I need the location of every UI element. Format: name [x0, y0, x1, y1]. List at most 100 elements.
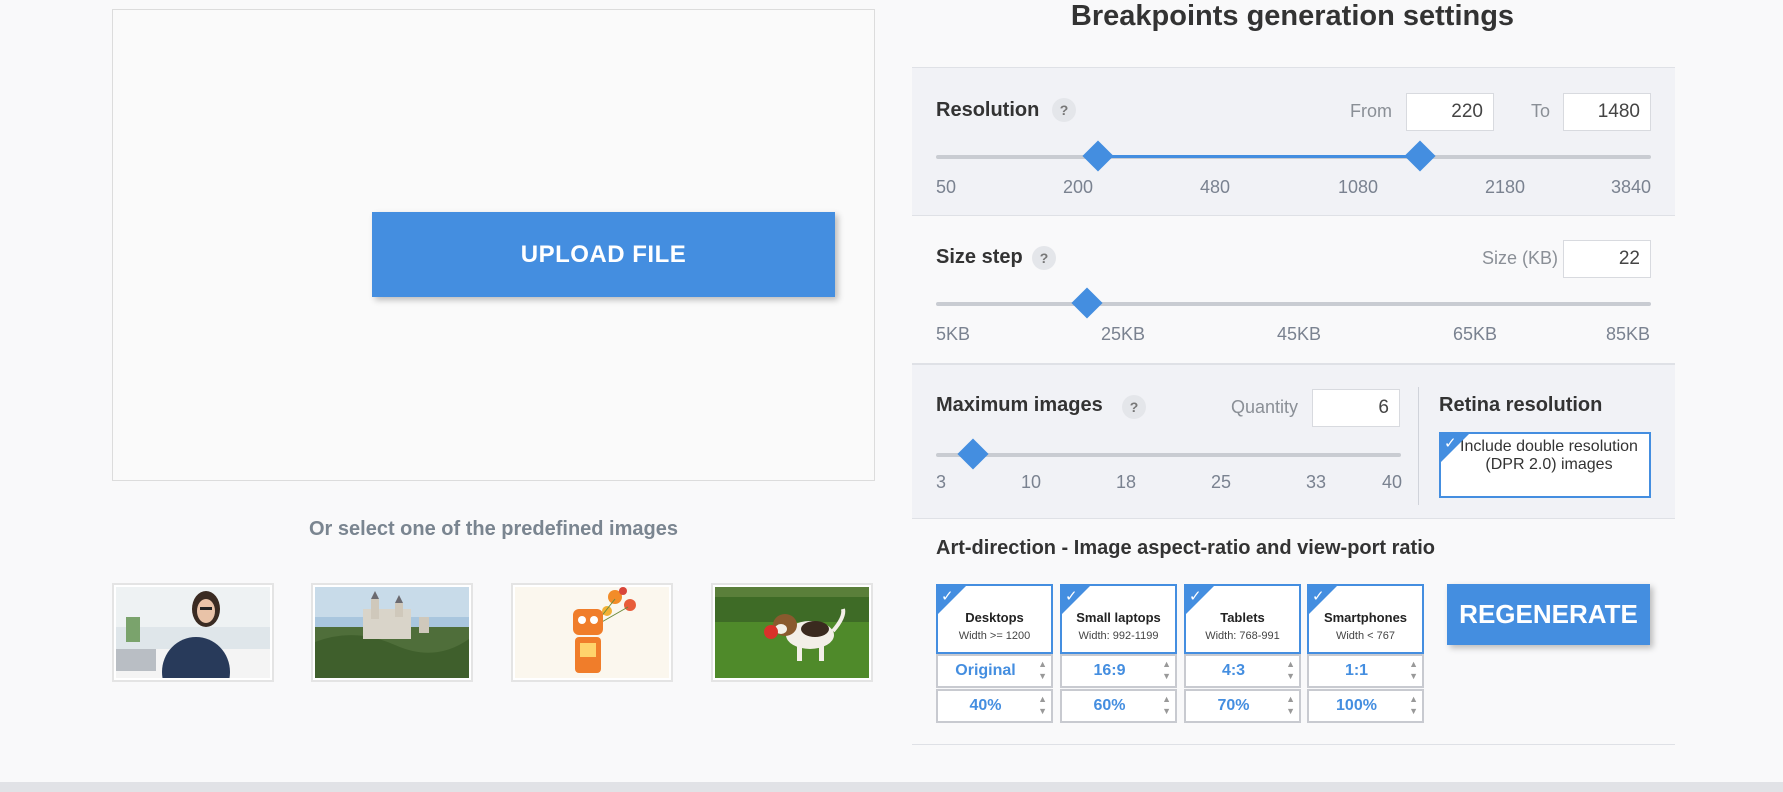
aspect-ratio-stepper-desktops[interactable]: Original ▲ ▼	[936, 654, 1053, 688]
max-images-help-icon[interactable]: ?	[1122, 395, 1146, 419]
resolution-tick: 480	[1200, 177, 1231, 197]
aspect-ratio-value: 1:1	[1344, 662, 1369, 679]
resolution-to-handle[interactable]	[1404, 140, 1436, 172]
upload-drop-area[interactable]: UPLOAD FILE	[112, 9, 875, 481]
aspect-ratio-value: 4:3	[1221, 662, 1246, 679]
size-step-label: Size step	[936, 246, 1023, 268]
resolution-from-label: From	[1350, 101, 1392, 121]
quantity-label: Quantity	[1231, 397, 1299, 417]
max-images-tick: 18	[1116, 472, 1137, 492]
resolution-label: Resolution	[936, 99, 1040, 121]
device-name: Small laptops	[1076, 610, 1161, 625]
aspect-ratio-stepper-small-laptops[interactable]: 16:9 ▲ ▼	[1060, 654, 1177, 688]
max-images-panel: Maximum images ? Quantity 6 3 10 18 25 3…	[912, 364, 1675, 519]
stepper-arrows-icon[interactable]: ▲ ▼	[1162, 658, 1171, 682]
device-width: Width: 768-991	[1205, 630, 1280, 642]
resolution-tick: 50	[936, 177, 957, 197]
size-step-slider-track[interactable]	[936, 302, 1651, 306]
resolution-tick: 200	[1063, 177, 1094, 197]
viewport-value: 100%	[1336, 697, 1377, 714]
upload-file-button[interactable]: UPLOAD FILE	[372, 212, 835, 297]
page-footer-bar	[0, 782, 1783, 792]
size-kb-input[interactable]: 22	[1563, 240, 1651, 278]
device-desktops[interactable]: ✓ Desktops Width >= 1200	[936, 584, 1053, 654]
size-step-tick: 5KB	[936, 324, 971, 344]
art-direction-title: Art-direction - Image aspect-ratio and v…	[936, 537, 1435, 559]
checkmark-icon: ✓	[1444, 435, 1457, 452]
device-width: Width < 767	[1335, 630, 1395, 642]
regenerate-button[interactable]: REGENERATE	[1447, 584, 1650, 645]
puppy-on-grass-photo-icon	[715, 587, 869, 678]
stepper-arrows-icon[interactable]: ▲ ▼	[1409, 658, 1418, 682]
retina-checkbox[interactable]: ✓ Include double resolution (DPR 2.0) im…	[1439, 432, 1651, 498]
stepper-arrows-icon[interactable]: ▲ ▼	[1409, 693, 1418, 717]
resolution-help-icon[interactable]: ?	[1052, 98, 1076, 122]
predefined-images-title: Or select one of the predefined images	[309, 518, 678, 540]
woman-at-laptop-photo-icon	[116, 587, 270, 678]
size-step-handle[interactable]	[1071, 287, 1103, 319]
size-kb-label: Size (KB)	[1482, 248, 1559, 268]
device-name: Desktops	[965, 610, 1024, 625]
device-name: Tablets	[1220, 610, 1265, 625]
aspect-ratio-value: Original	[955, 662, 1016, 679]
resolution-tick: 1080	[1338, 177, 1379, 197]
device-tablets[interactable]: ✓ Tablets Width: 768-991	[1184, 584, 1301, 654]
aspect-ratio-stepper-tablets[interactable]: 4:3 ▲ ▼	[1184, 654, 1301, 688]
resolution-from-input[interactable]: 220	[1406, 93, 1494, 131]
settings-title: Breakpoints generation settings	[1070, 0, 1515, 32]
section-divider	[1418, 387, 1419, 505]
viewport-stepper-small-laptops[interactable]: 60% ▲ ▼	[1060, 689, 1177, 723]
aspect-ratio-stepper-smartphones[interactable]: 1:1 ▲ ▼	[1307, 654, 1424, 688]
resolution-tick: 3840	[1611, 177, 1652, 197]
viewport-stepper-smartphones[interactable]: 100% ▲ ▼	[1307, 689, 1424, 723]
max-images-handle[interactable]	[957, 438, 989, 470]
device-small-laptops[interactable]: ✓ Small laptops Width: 992-1199	[1060, 584, 1177, 654]
stepper-arrows-icon[interactable]: ▲ ▼	[1038, 693, 1047, 717]
predefined-image-castle[interactable]	[311, 583, 473, 682]
aspect-ratio-value: 16:9	[1093, 662, 1126, 679]
predefined-image-woman[interactable]	[112, 583, 274, 682]
resolution-slider-range	[1098, 155, 1420, 158]
viewport-value: 60%	[1093, 697, 1126, 714]
viewport-stepper-tablets[interactable]: 70% ▲ ▼	[1184, 689, 1301, 723]
max-images-tick: 10	[1021, 472, 1042, 492]
stepper-arrows-icon[interactable]: ▲ ▼	[1286, 658, 1295, 682]
max-images-tick: 3	[936, 472, 947, 492]
checkmark-icon: ✓	[1312, 588, 1325, 605]
resolution-to-input[interactable]: 1480	[1563, 93, 1651, 131]
stepper-arrows-icon[interactable]: ▲ ▼	[1162, 693, 1171, 717]
max-images-label: Maximum images	[936, 394, 1103, 416]
max-images-tick: 40	[1382, 472, 1403, 492]
device-smartphones[interactable]: ✓ Smartphones Width < 767	[1307, 584, 1424, 654]
quantity-input[interactable]: 6	[1312, 389, 1400, 427]
resolution-panel: Resolution ? From 220 To 1480 50 200 480…	[912, 67, 1675, 216]
checkmark-icon: ✓	[941, 588, 954, 605]
device-width: Width: 992-1199	[1078, 630, 1159, 642]
checkmark-icon: ✓	[1065, 588, 1078, 605]
device-width: Width >= 1200	[958, 630, 1031, 642]
stepper-arrows-icon[interactable]: ▲ ▼	[1038, 658, 1047, 682]
stepper-arrows-icon[interactable]: ▲ ▼	[1286, 693, 1295, 717]
size-step-help-icon[interactable]: ?	[1032, 246, 1056, 270]
viewport-value: 40%	[969, 697, 1002, 714]
resolution-tick: 2180	[1485, 177, 1526, 197]
retina-checkbox-label: Include double resolution (DPR 2.0) imag…	[1460, 438, 1638, 473]
viewport-stepper-desktops[interactable]: 40% ▲ ▼	[936, 689, 1053, 723]
robot-with-flowers-illustration-icon	[515, 587, 669, 678]
size-step-tick: 65KB	[1453, 324, 1498, 344]
device-name: Smartphones	[1323, 610, 1408, 625]
retina-label: Retina resolution	[1439, 394, 1603, 416]
max-images-tick: 33	[1306, 472, 1327, 492]
max-images-slider-track[interactable]	[936, 453, 1401, 457]
size-step-panel: Size step ? Size (KB) 22 5KB 25KB 45KB 6…	[912, 216, 1675, 364]
size-step-tick: 85KB	[1606, 324, 1651, 344]
max-images-tick: 25	[1211, 472, 1232, 492]
predefined-image-robot[interactable]	[511, 583, 673, 682]
checkmark-icon: ✓	[1189, 588, 1202, 605]
castle-photo-icon	[315, 587, 469, 678]
size-step-tick: 25KB	[1101, 324, 1146, 344]
viewport-value: 70%	[1217, 697, 1250, 714]
predefined-image-puppy[interactable]	[711, 583, 873, 682]
resolution-from-handle[interactable]	[1082, 140, 1114, 172]
section-divider	[912, 744, 1675, 745]
